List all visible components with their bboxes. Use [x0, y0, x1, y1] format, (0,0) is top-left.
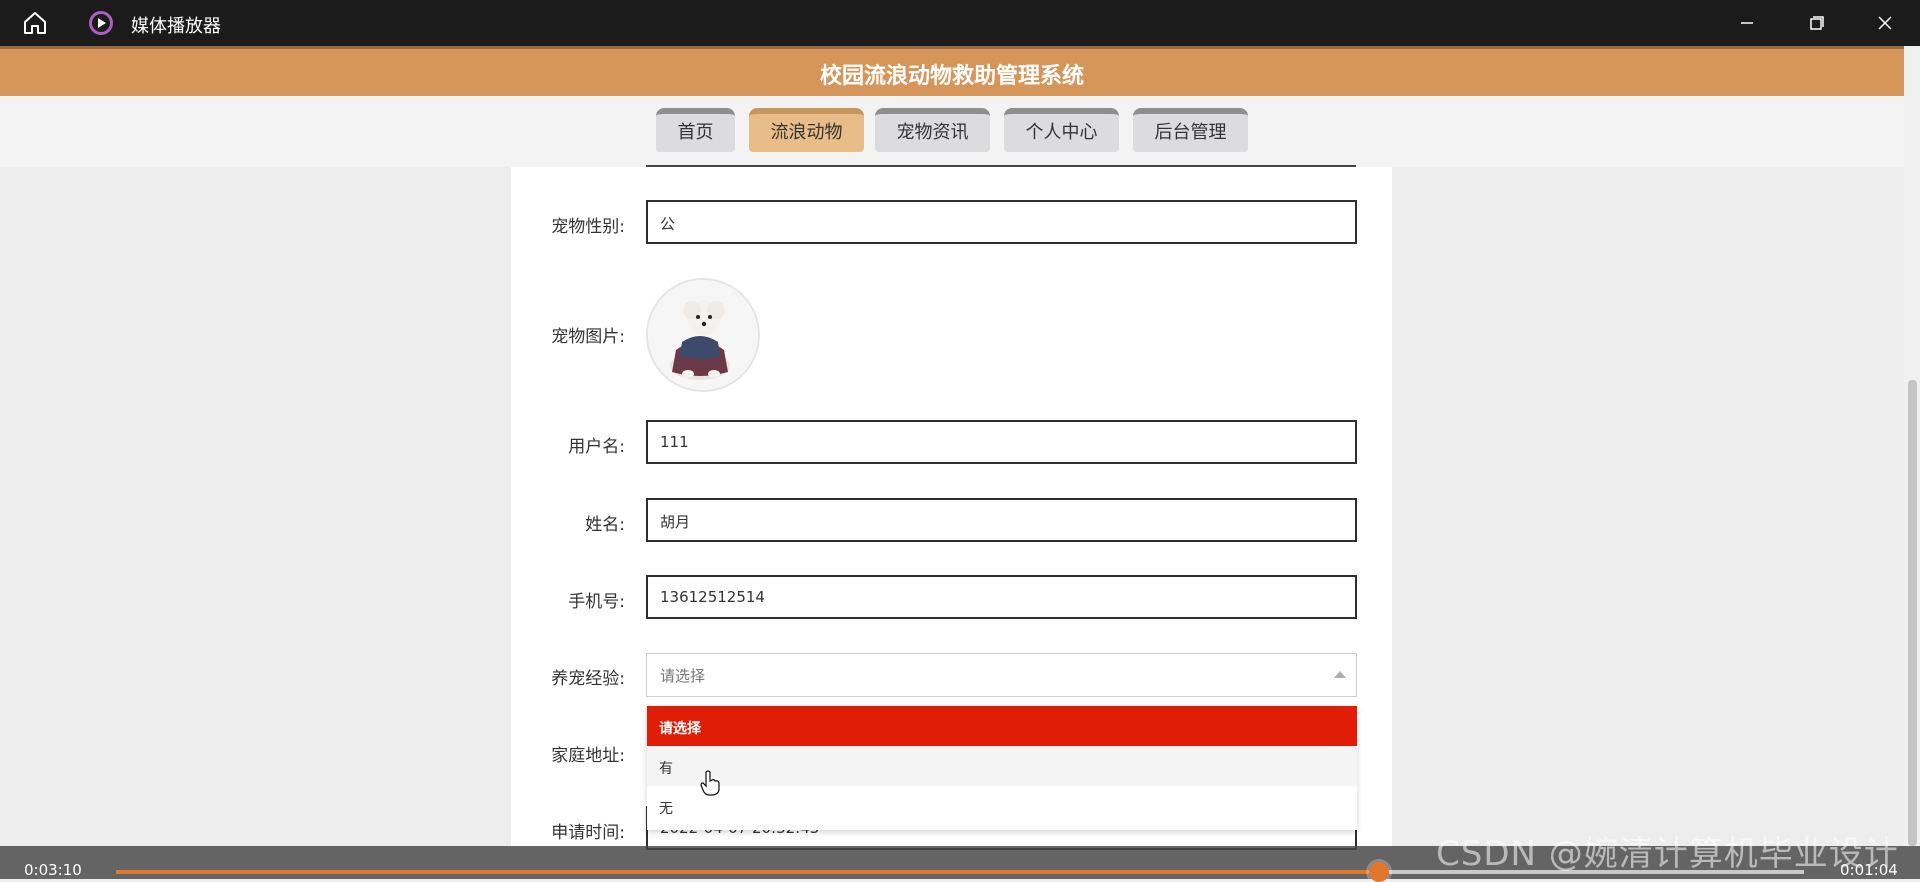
pet-image-label: 宠物图片: — [551, 327, 625, 347]
home-icon[interactable] — [22, 10, 48, 36]
scrollbar-thumb[interactable] — [1908, 380, 1917, 846]
watermark: CSDN @婉清计算机毕业设计 — [1436, 834, 1899, 874]
site-header: 校园流浪动物救助管理系统 — [0, 46, 1904, 96]
address-label: 家庭地址: — [551, 746, 625, 766]
tab-personal-center[interactable]: 个人中心 — [1004, 108, 1119, 152]
tab-home[interactable]: 首页 — [656, 108, 735, 152]
option-no[interactable]: 无 — [647, 786, 1357, 826]
apply-time-label: 申请时间: — [551, 823, 625, 843]
caret-up-icon — [1334, 671, 1346, 678]
site-title: 校园流浪动物救助管理系统 — [819, 64, 1084, 89]
name-field[interactable]: 胡月 — [646, 498, 1357, 542]
tab-pet-news[interactable]: 宠物资讯 — [875, 108, 990, 152]
close-icon[interactable] — [1871, 10, 1899, 36]
tab-stray-animals[interactable]: 流浪动物 — [749, 108, 864, 152]
seek-handle[interactable] — [1369, 862, 1389, 882]
username-label: 用户名: — [568, 437, 625, 457]
option-yes[interactable]: 有 — [647, 746, 1357, 786]
hand-cursor-icon — [700, 770, 720, 796]
pet-gender-field[interactable]: 公 — [646, 200, 1357, 244]
main-nav: 首页 流浪动物 宠物资讯 个人中心 后台管理 — [0, 96, 1904, 167]
previous-field-border — [646, 165, 1356, 167]
phone-field[interactable]: 13612512514 — [646, 575, 1357, 619]
play-icon — [89, 11, 113, 35]
phone-label: 手机号: — [568, 592, 625, 612]
seek-progress — [116, 870, 1379, 874]
name-label: 姓名: — [585, 515, 625, 535]
window-title-bar: 媒体播放器 — [0, 0, 1920, 46]
elapsed-time: 0:03:10 — [24, 861, 82, 879]
experience-dropdown: 请选择 有 无 — [647, 706, 1357, 830]
minimize-icon[interactable] — [1733, 10, 1761, 36]
tab-admin[interactable]: 后台管理 — [1133, 108, 1248, 152]
option-please-select[interactable]: 请选择 — [647, 706, 1357, 746]
experience-select[interactable]: 请选择 — [646, 653, 1357, 697]
restore-icon[interactable] — [1802, 10, 1830, 36]
pet-image — [646, 278, 760, 392]
experience-label: 养宠经验: — [551, 669, 625, 689]
app-title: 媒体播放器 — [131, 16, 221, 37]
dog-photo — [648, 280, 758, 390]
username-field[interactable]: 111 — [646, 420, 1357, 464]
pet-gender-label: 宠物性别: — [551, 217, 625, 237]
page-scrollbar[interactable] — [1904, 46, 1920, 846]
